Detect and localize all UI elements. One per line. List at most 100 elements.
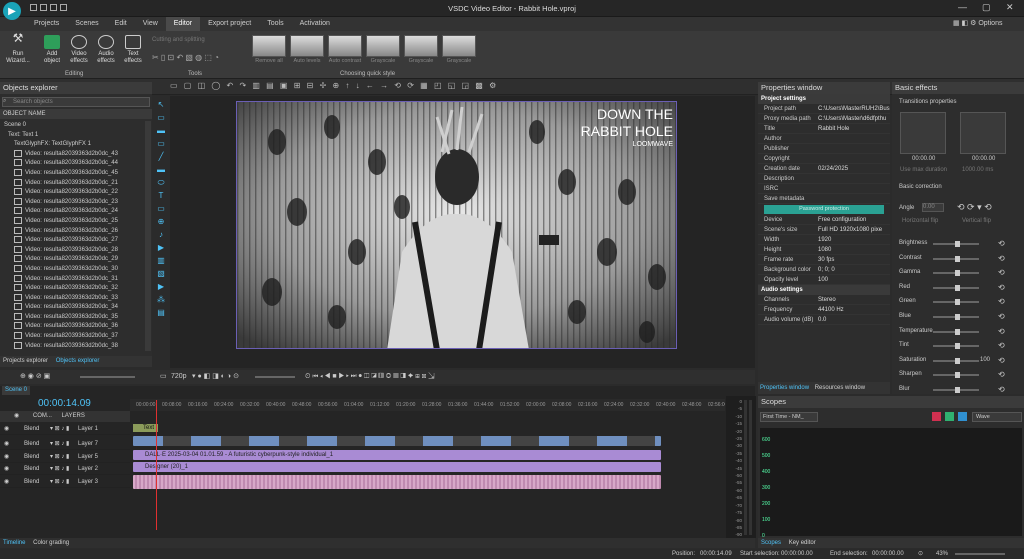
property-row[interactable]: Proxy media path C:\Users\Master\d6dfpthu (758, 114, 890, 124)
property-value[interactable] (818, 144, 890, 153)
property-row[interactable]: Channels Stereo (758, 295, 890, 305)
search-input[interactable]: Search objects (2, 97, 150, 107)
layer-row[interactable]: ◉ Blend ▾ ⊠ ♪ ▮ Layer 2 (0, 463, 130, 475)
video-clips-track[interactable] (133, 436, 661, 446)
options-area[interactable]: ▦ ◧ ⚙ Options (953, 19, 1002, 27)
tools-icons[interactable]: ✂ ▯ ⊡ ↶ ▧ ◍ ⬚ ◔ (152, 53, 242, 63)
run-wizard-button[interactable]: ⚒ Run Wizard... (3, 32, 33, 65)
time-ruler[interactable]: 00:00:00 00:08:00 00:16:00 00:24:00 00:32:00… (130, 399, 725, 411)
transition-out-thumb[interactable] (960, 112, 1006, 154)
blend-mode[interactable]: Blend (24, 476, 39, 488)
reset-icon[interactable]: ⟲ (998, 268, 1005, 277)
reset-icon[interactable]: ⟲ (998, 297, 1005, 306)
layer-row[interactable]: ◉ Blend ▾ ⊠ ♪ ▮ Layer 1 (0, 423, 130, 435)
property-row[interactable]: Scene's size Full HD 1920x1080 pixe (758, 225, 890, 235)
property-value[interactable]: 0.0 (818, 315, 890, 324)
tree-video-item[interactable]: Video: resulta82039363d2b0dc_38 (2, 342, 144, 352)
tree-video-item[interactable]: Video: resulta82039363d2b0dc_21 (2, 179, 144, 189)
style-grayscale-2[interactable] (404, 35, 438, 57)
layer-controls-icons[interactable]: ▾ ⊠ ♪ ▮ (50, 438, 69, 450)
reset-icon[interactable]: ⟲ (998, 341, 1005, 350)
layer-row[interactable]: ◉ Blend ▾ ⊠ ♪ ▮ Layer 5 (0, 451, 130, 463)
tree-video-item[interactable]: Video: resulta82039363d2b0dc_33 (2, 294, 144, 304)
effect-slider[interactable] (933, 241, 979, 247)
blend-mode[interactable]: Blend (24, 423, 39, 435)
tree-video-item[interactable]: Video: resulta82039363d2b0dc_34 (2, 303, 144, 313)
reset-icon[interactable]: ⟲ (998, 356, 1005, 365)
red-channel-toggle[interactable] (932, 412, 941, 421)
playback-tool-icons[interactable]: ⊕ ◉ ⊘ ▣ (20, 370, 50, 384)
property-row[interactable]: Height 1080 (758, 245, 890, 255)
effect-slider[interactable] (933, 314, 979, 320)
tree-video-item[interactable]: Video: resulta82039363d2b0dc_32 (2, 284, 144, 294)
blend-mode[interactable]: Blend (24, 463, 39, 475)
effect-slider[interactable] (933, 255, 979, 262)
property-row[interactable]: Description (758, 174, 890, 184)
volume-slider[interactable] (80, 376, 135, 378)
property-value[interactable]: 44100 Hz (818, 305, 890, 314)
reset-icon[interactable]: ⟲ (998, 254, 1005, 263)
eye-icon[interactable]: ◉ (4, 423, 9, 435)
menu-projects[interactable]: Projects (26, 17, 67, 31)
tree-video-item[interactable]: Video: resulta82039363d2b0dc_43 (2, 150, 144, 160)
monitor-icon[interactable]: ▭ (160, 370, 167, 384)
zoom-icon[interactable]: ⊙ (918, 549, 923, 559)
zoom-slider[interactable] (955, 553, 1005, 555)
property-row[interactable]: ISRC (758, 184, 890, 194)
playback-icons[interactable]: ▾ ● ◧ ◨ ◐ ◑ ⊙ (192, 370, 239, 384)
property-row[interactable]: Creation date 02/24/2025 (758, 164, 890, 174)
add-object-button[interactable]: Add object (39, 35, 65, 65)
menu-editor[interactable]: Editor (165, 17, 201, 31)
tree-video-item[interactable]: Video: resulta82039363d2b0dc_26 (2, 227, 144, 237)
menu-scenes[interactable]: Scenes (67, 17, 106, 31)
password-protection-button[interactable]: Password protection (764, 205, 884, 214)
layer-row[interactable]: ◉ Blend ▾ ⊠ ♪ ▮ Layer 3 (0, 476, 130, 488)
text-effects-button[interactable]: Text effects (120, 35, 146, 65)
property-row[interactable]: Width 1920 (758, 235, 890, 245)
reset-icon[interactable]: ⟲ (998, 283, 1005, 292)
menu-tools[interactable]: Tools (259, 17, 291, 31)
effect-slider[interactable] (933, 343, 979, 350)
tab-objects-explorer[interactable]: Objects explorer (53, 358, 103, 364)
property-value[interactable] (818, 154, 890, 163)
speed-slider[interactable] (255, 376, 295, 378)
property-row[interactable]: Title Rabbit Hole (758, 124, 890, 134)
style-grayscale-3[interactable] (442, 35, 476, 57)
tab-color-grading[interactable]: Color grading (30, 540, 72, 546)
menu-activation[interactable]: Activation (292, 17, 338, 31)
property-row[interactable]: Opacity level 100 (758, 275, 890, 285)
options-label[interactable]: Options (978, 20, 1002, 27)
video-preview[interactable]: DOWN THE RABBIT HOLE LOOMWAVE (236, 101, 677, 349)
transport-icons[interactable]: ⏲ ⏮ ◂ ◀ ■ ▶ ▸ ⏭ ⏺ ◫ ◪ ▥ ◎ ▤ ◨ ✦ ⊞ ⊠ ⇲ (305, 370, 435, 384)
property-value[interactable]: 100 (818, 275, 890, 284)
eye-icon[interactable]: ◉ (4, 438, 9, 450)
tree-video-item[interactable]: Video: resulta82039363d2b0dc_22 (2, 188, 144, 198)
rotate-icons[interactable]: ⟲ ⟳ ▾ ⟲ (957, 202, 992, 213)
toolbar-icons[interactable]: ▭ ▢ ◫ ◯ ↶ ↷ ▥ ▤ ▣ ⊞ ⊟ ✢ ⊕ ↑ ↓ ← → ⟲ ⟳ ▦ … (170, 81, 580, 92)
tab-key-editor[interactable]: Key editor (786, 540, 819, 546)
green-channel-toggle[interactable] (945, 412, 954, 421)
style-auto-contrast[interactable] (328, 35, 362, 57)
tree-video-item[interactable]: Video: resulta82039363d2b0dc_25 (2, 217, 144, 227)
text-clip[interactable]: Text (133, 424, 158, 432)
effect-slider[interactable] (933, 299, 979, 306)
tree-video-item[interactable]: Video: resulta82039363d2b0dc_45 (2, 169, 144, 179)
scene-tab[interactable]: Scene 0 (2, 386, 31, 395)
property-row[interactable]: Device Free configuration (758, 215, 890, 225)
close-icon[interactable]: ✕ (1006, 2, 1014, 13)
eye-icon[interactable]: ◉ (0, 413, 19, 419)
maximize-icon[interactable]: ▢ (982, 2, 991, 13)
style-remove-all[interactable] (252, 35, 286, 57)
effect-slider[interactable] (933, 387, 979, 393)
tab-projects-explorer[interactable]: Projects explorer (0, 358, 51, 364)
effect-slider[interactable] (933, 372, 979, 379)
property-value[interactable]: 0; 0; 0 (818, 265, 890, 274)
reset-icon[interactable]: ⟲ (998, 312, 1005, 321)
scrollbar[interactable] (145, 121, 151, 351)
layer-controls-icons[interactable]: ▾ ⊠ ♪ ▮ (50, 476, 69, 488)
property-row[interactable]: Background color 0; 0; 0 (758, 265, 890, 275)
video-effects-button[interactable]: Video effects (66, 35, 92, 65)
horizontal-flip[interactable]: Horizontal flip (902, 218, 938, 224)
reset-icon[interactable]: ⟲ (998, 370, 1005, 379)
menu-export[interactable]: Export project (200, 17, 259, 31)
